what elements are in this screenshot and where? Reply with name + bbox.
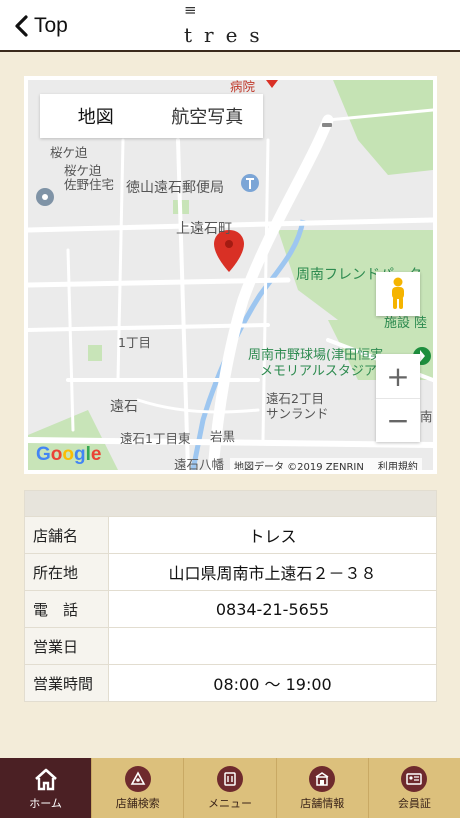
row-value-store-name: トレス (248, 527, 297, 546)
map-label-sakuragasako: 桜ケ迫 (50, 145, 88, 160)
map-label-stadium-line2: メモリアルスタジア (260, 364, 377, 379)
tab-store-search[interactable]: 店舗検索 (91, 758, 183, 818)
store-search-icon (124, 765, 151, 792)
table-row: 営業日 (25, 627, 436, 664)
tab-store-info[interactable]: 店舗情報 (275, 758, 368, 818)
tab-store-search-label: 店舗検索 (115, 796, 160, 810)
back-label: Top (34, 14, 68, 37)
tab-menu[interactable]: メニュー (183, 758, 275, 818)
store-info-icon (309, 765, 336, 792)
row-label-address: 所在地 (25, 554, 109, 590)
bottom-tab-bar: ホーム 店舗検索 メニュー 店舗情報 会員証 (0, 758, 460, 818)
brand-logo: ≡ tres (184, 1, 284, 48)
back-button[interactable]: Top (14, 12, 68, 40)
home-icon (33, 766, 59, 792)
store-info-header (25, 491, 436, 516)
pegman-icon (392, 277, 404, 309)
tab-menu-label: メニュー (208, 796, 252, 810)
row-value-address: 山口県周南市上遠石２－３８ (168, 564, 377, 583)
store-info-table: 店舗名 トレス 所在地 山口県周南市上遠石２－３８ 電 話 0834-21-56… (24, 490, 437, 702)
table-row: 電 話 0834-21-5655 (25, 590, 436, 627)
row-label-business-days: 営業日 (25, 628, 109, 664)
map-terms-link[interactable]: 利用規約 (378, 458, 418, 470)
map-label-iwaguro: 岩黒 (210, 429, 236, 444)
table-row: 営業時間 08:00 〜 19:00 (25, 664, 436, 701)
zoom-control: + − (376, 354, 420, 442)
row-label-hours: 営業時間 (25, 665, 109, 701)
map-label-toishi1-higashi: 遠石1丁目東 (120, 431, 191, 446)
map-label-minami: 南 (420, 409, 433, 424)
row-value-hours: 08:00 〜 19:00 (213, 675, 332, 694)
map-label-hospital: 病院 (230, 80, 256, 94)
tab-store-info-label: 店舗情報 (300, 796, 345, 810)
map-data-credit: 地図データ ©2019 ZENRIN (234, 462, 364, 470)
street-view-pegman[interactable] (376, 272, 420, 316)
tab-member-card-label: 会員証 (397, 796, 431, 810)
map-label-sunland: サンランド (266, 406, 329, 421)
member-card-icon (401, 765, 428, 792)
logo-text: tres (184, 23, 272, 47)
map-label-itchome: 1丁目 (118, 335, 151, 350)
tab-home-label: ホーム (29, 796, 62, 810)
map-type-map-tab[interactable]: 地図 (40, 94, 152, 138)
map-view[interactable]: 地図 航空写真 病院 桜ケ迫 桜ケ迫 佐野住宅 徳山遠石郵便局 上遠石町 周南フ… (28, 80, 433, 470)
map-label-toishi: 遠石 (110, 399, 138, 415)
row-label-phone: 電 話 (25, 591, 109, 627)
map-label-sakuragasako-sano: 桜ケ迫 佐野住宅 (64, 163, 115, 192)
chevron-left-icon (15, 15, 28, 37)
map-label-post-office: 徳山遠石郵便局 (126, 180, 224, 196)
table-row: 所在地 山口県周南市上遠石２－３８ (25, 553, 436, 590)
map-label-toishi-hachiman: 遠石八幡 (174, 457, 225, 470)
google-logo: Google (36, 444, 102, 465)
logo-mark: ≡ (184, 1, 197, 19)
row-value-business-days (109, 628, 436, 664)
tab-member-card[interactable]: 会員証 (367, 758, 460, 818)
tab-home[interactable]: ホーム (0, 758, 92, 818)
map-type-switcher: 地図 航空写真 (40, 94, 263, 138)
zoom-out-button[interactable]: − (376, 398, 420, 442)
app-header: Top ≡ tres (0, 0, 460, 52)
zoom-in-button[interactable]: + (376, 354, 420, 398)
menu-icon (217, 765, 243, 792)
row-value-phone[interactable]: 0834-21-5655 (109, 591, 436, 627)
map-card: 地図 航空写真 病院 桜ケ迫 桜ケ迫 佐野住宅 徳山遠石郵便局 上遠石町 周南フ… (24, 76, 437, 474)
row-label-store-name: 店舗名 (25, 517, 109, 553)
map-attribution: 地図データ ©2019 ZENRIN 利用規約 (230, 458, 422, 470)
map-label-kamitoishi: 上遠石町 (176, 221, 232, 237)
table-row: 店舗名 トレス (25, 516, 436, 553)
map-type-satellite-tab[interactable]: 航空写真 (152, 94, 264, 138)
